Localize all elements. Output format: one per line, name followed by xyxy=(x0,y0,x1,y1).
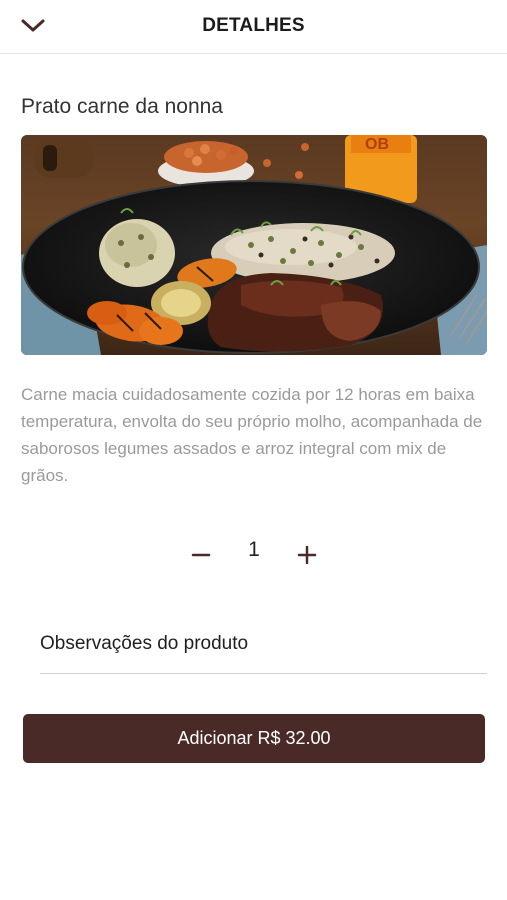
page-title: DETALHES xyxy=(202,15,305,36)
quantity-stepper: 1 xyxy=(0,535,507,575)
increase-quantity-button[interactable] xyxy=(287,535,327,575)
decrease-quantity-button[interactable] xyxy=(181,535,221,575)
minus-icon xyxy=(191,543,211,568)
header: DETALHES xyxy=(0,0,507,54)
observations-field xyxy=(40,622,487,674)
product-image: OB xyxy=(21,135,487,355)
observations-input[interactable] xyxy=(40,622,487,666)
add-to-cart-button[interactable]: Adicionar R$ 32.00 xyxy=(23,714,485,763)
product-description: Carne macia cuidadosamente cozida por 12… xyxy=(21,385,483,485)
plus-icon xyxy=(296,542,318,569)
product-details-screen: DETALHES Prato carne da nonna OB Carne m… xyxy=(0,0,507,900)
quantity-value: 1 xyxy=(248,538,260,561)
svg-text:OB: OB xyxy=(365,136,389,153)
product-name: Prato carne da nonna xyxy=(21,95,223,118)
